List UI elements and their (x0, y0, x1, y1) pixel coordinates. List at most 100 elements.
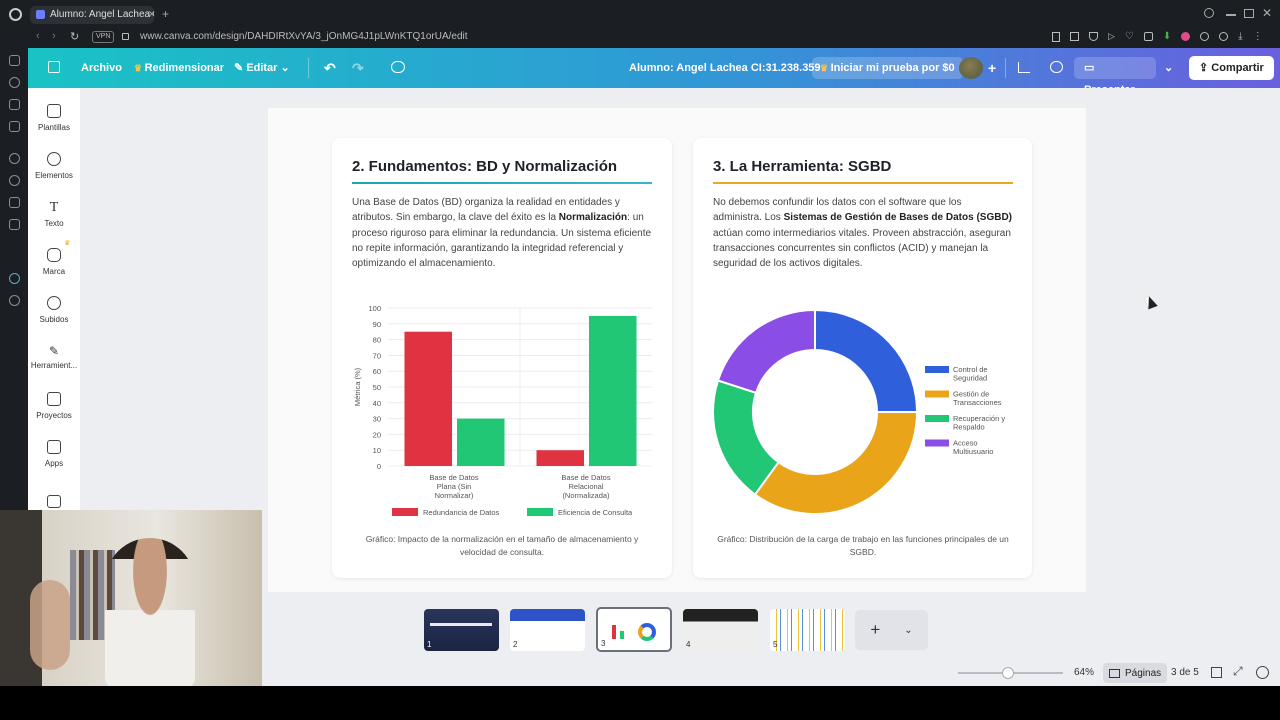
tab-title: Alumno: Angel Lachea CI:3 (50, 9, 154, 20)
card-paragraph[interactable]: Una Base de Datos (BD) organiza la reali… (352, 195, 654, 271)
fullscreen-icon[interactable]: ⤢ (1233, 664, 1243, 679)
donut-slice (716, 308, 816, 395)
grid-view-icon[interactable] (1211, 667, 1222, 678)
card-title[interactable]: 3. La Herramienta: SGBD (713, 158, 891, 175)
y-tick-label: 100 (368, 304, 381, 313)
insights-icon[interactable] (1018, 62, 1030, 73)
vpn-badge[interactable]: VPN (92, 31, 115, 43)
legend-swatch (527, 508, 553, 516)
sidebar-item-label: Texto (44, 219, 64, 228)
zoom-level[interactable]: 64% (1074, 667, 1094, 678)
history-icon[interactable] (9, 77, 20, 88)
compartir-button[interactable]: ⇪ Compartir (1189, 56, 1274, 80)
chevron-down-icon[interactable]: ⌄ (904, 625, 912, 636)
profile-badge-icon[interactable] (1181, 32, 1191, 41)
thumb-number: 2 (513, 640, 518, 649)
close-tab-icon[interactable]: ✕ (148, 9, 156, 20)
maximize-icon[interactable] (1244, 9, 1254, 18)
card-paragraph[interactable]: No debemos confundir los datos con el so… (713, 195, 1013, 271)
puzzle-icon[interactable] (1200, 32, 1210, 41)
help-icon[interactable] (1256, 666, 1269, 679)
page-thumbnail-2[interactable]: 2 (510, 609, 585, 651)
play-icon[interactable]: ▷ (1108, 31, 1115, 42)
sidebar-item-subidos[interactable]: Subidos (28, 296, 80, 324)
sidebar-item-apps[interactable]: Apps (28, 440, 80, 468)
avatar[interactable] (959, 57, 983, 79)
card-title[interactable]: 2. Fundamentos: BD y Normalización (352, 158, 617, 175)
shapes-icon (47, 152, 61, 166)
legend-swatch (925, 366, 949, 373)
y-tick-label: 30 (373, 415, 381, 424)
sidebar-item-plantillas[interactable]: Plantillas (28, 104, 80, 132)
redimensionar-button[interactable]: ♛ Redimensionar (134, 57, 224, 79)
mail-icon[interactable] (9, 55, 20, 66)
sidebar-item-proyectos[interactable]: Proyectos (28, 392, 80, 420)
clock-icon[interactable] (9, 295, 20, 306)
legend-swatch (925, 415, 949, 422)
zoom-slider-handle[interactable] (1002, 667, 1014, 679)
sidebar-item-texto[interactable]: T Texto (28, 200, 80, 228)
page-thumbnail-5[interactable]: 5 (770, 609, 845, 651)
magic-media-icon[interactable] (47, 495, 61, 508)
upload-cloud-icon (47, 296, 61, 310)
start-trial-button[interactable]: ♛ Iniciar mi prueba por $0 (812, 57, 963, 79)
redo-icon[interactable]: ↷ (352, 57, 364, 79)
archivo-button[interactable]: Archivo (81, 57, 122, 79)
music-icon[interactable] (9, 121, 20, 132)
draw-icon: ✎ (48, 344, 60, 358)
y-tick-label: 90 (373, 320, 381, 329)
reload-icon[interactable]: ↻ (70, 30, 79, 43)
page-thumbnail-3-selected[interactable]: 3 (596, 607, 672, 652)
screenshot-icon[interactable] (1070, 32, 1079, 41)
sidebar-item-label: Elementos (35, 171, 73, 180)
new-tab-icon[interactable]: + (162, 7, 169, 21)
cloud-save-icon[interactable] (391, 61, 405, 73)
browser-logo-icon[interactable] (9, 8, 22, 21)
sidebar-item-elementos[interactable]: Elementos (28, 152, 80, 180)
bar-chart[interactable]: 0 10 20 30 40 50 60 70 80 90 100 Métrica (%) Base de… (340, 296, 665, 526)
presentar-button[interactable]: ▭ Presentar (1074, 57, 1156, 96)
account-icon[interactable] (1219, 32, 1229, 41)
present-options-chevron-icon[interactable]: ⌄ (1164, 57, 1173, 79)
heart-icon[interactable]: ♡ (1125, 31, 1134, 42)
shopping-icon[interactable] (9, 99, 20, 110)
add-page-button[interactable]: + ⌄ (855, 610, 928, 650)
editar-button[interactable]: ✎ Editar ⌄ (234, 57, 290, 79)
donut-chart[interactable]: Control deSeguridadGestión deTransaccion… (705, 300, 1025, 525)
apps-grid-icon (47, 440, 61, 454)
download-icon[interactable]: ⬇ (1163, 31, 1171, 42)
sidebar-item-marca[interactable]: Marca (28, 248, 80, 276)
page-thumbnail-4[interactable]: 4 (683, 609, 758, 651)
undo-icon[interactable]: ↶ (324, 57, 336, 79)
url-input[interactable]: www.canva.com/design/DAHDIRtXvYA/3_jOnMG… (140, 30, 468, 44)
home-icon[interactable] (48, 61, 60, 73)
telegram-icon[interactable] (9, 197, 20, 208)
menu-icon[interactable]: ⋮ (1253, 31, 1263, 42)
discord-icon[interactable] (9, 219, 20, 230)
whatsapp-icon[interactable] (9, 175, 20, 186)
shield-icon[interactable] (1089, 32, 1098, 41)
sidebar-item-label: Subidos (39, 315, 69, 324)
sidebar-item-herramientas[interactable]: ✎ Herramient... (28, 344, 80, 370)
close-window-icon[interactable]: ✕ (1262, 6, 1272, 20)
extension-icon[interactable] (1143, 32, 1153, 41)
bookmark-icon[interactable] (1052, 31, 1060, 42)
downloads-icon[interactable]: ⤓ (1238, 31, 1242, 42)
messenger-icon[interactable] (9, 153, 20, 164)
title-underline (352, 182, 652, 184)
browser-tab[interactable]: Alumno: Angel Lachea CI:3 (30, 6, 154, 24)
legend-swatch (392, 508, 418, 516)
browser-app-icon[interactable] (9, 273, 20, 284)
back-icon[interactable]: ‹ (36, 30, 40, 42)
page-thumbnail-1[interactable]: 1 (424, 609, 499, 651)
pages-toggle-button[interactable]: Páginas (1103, 663, 1168, 683)
document-title[interactable]: Alumno: Angel Lachea CI:31.238.359 (629, 57, 821, 79)
thumb-number: 3 (601, 639, 606, 648)
minimize-icon[interactable] (1226, 14, 1236, 16)
comment-icon[interactable] (1050, 61, 1063, 73)
search-icon[interactable] (1204, 8, 1214, 18)
add-collaborator-icon[interactable]: + (988, 57, 996, 79)
chart-caption: Gráfico: Impacto de la normalización en … (365, 534, 639, 557)
forward-icon[interactable]: › (52, 30, 56, 42)
editar-label: Editar (246, 62, 278, 74)
